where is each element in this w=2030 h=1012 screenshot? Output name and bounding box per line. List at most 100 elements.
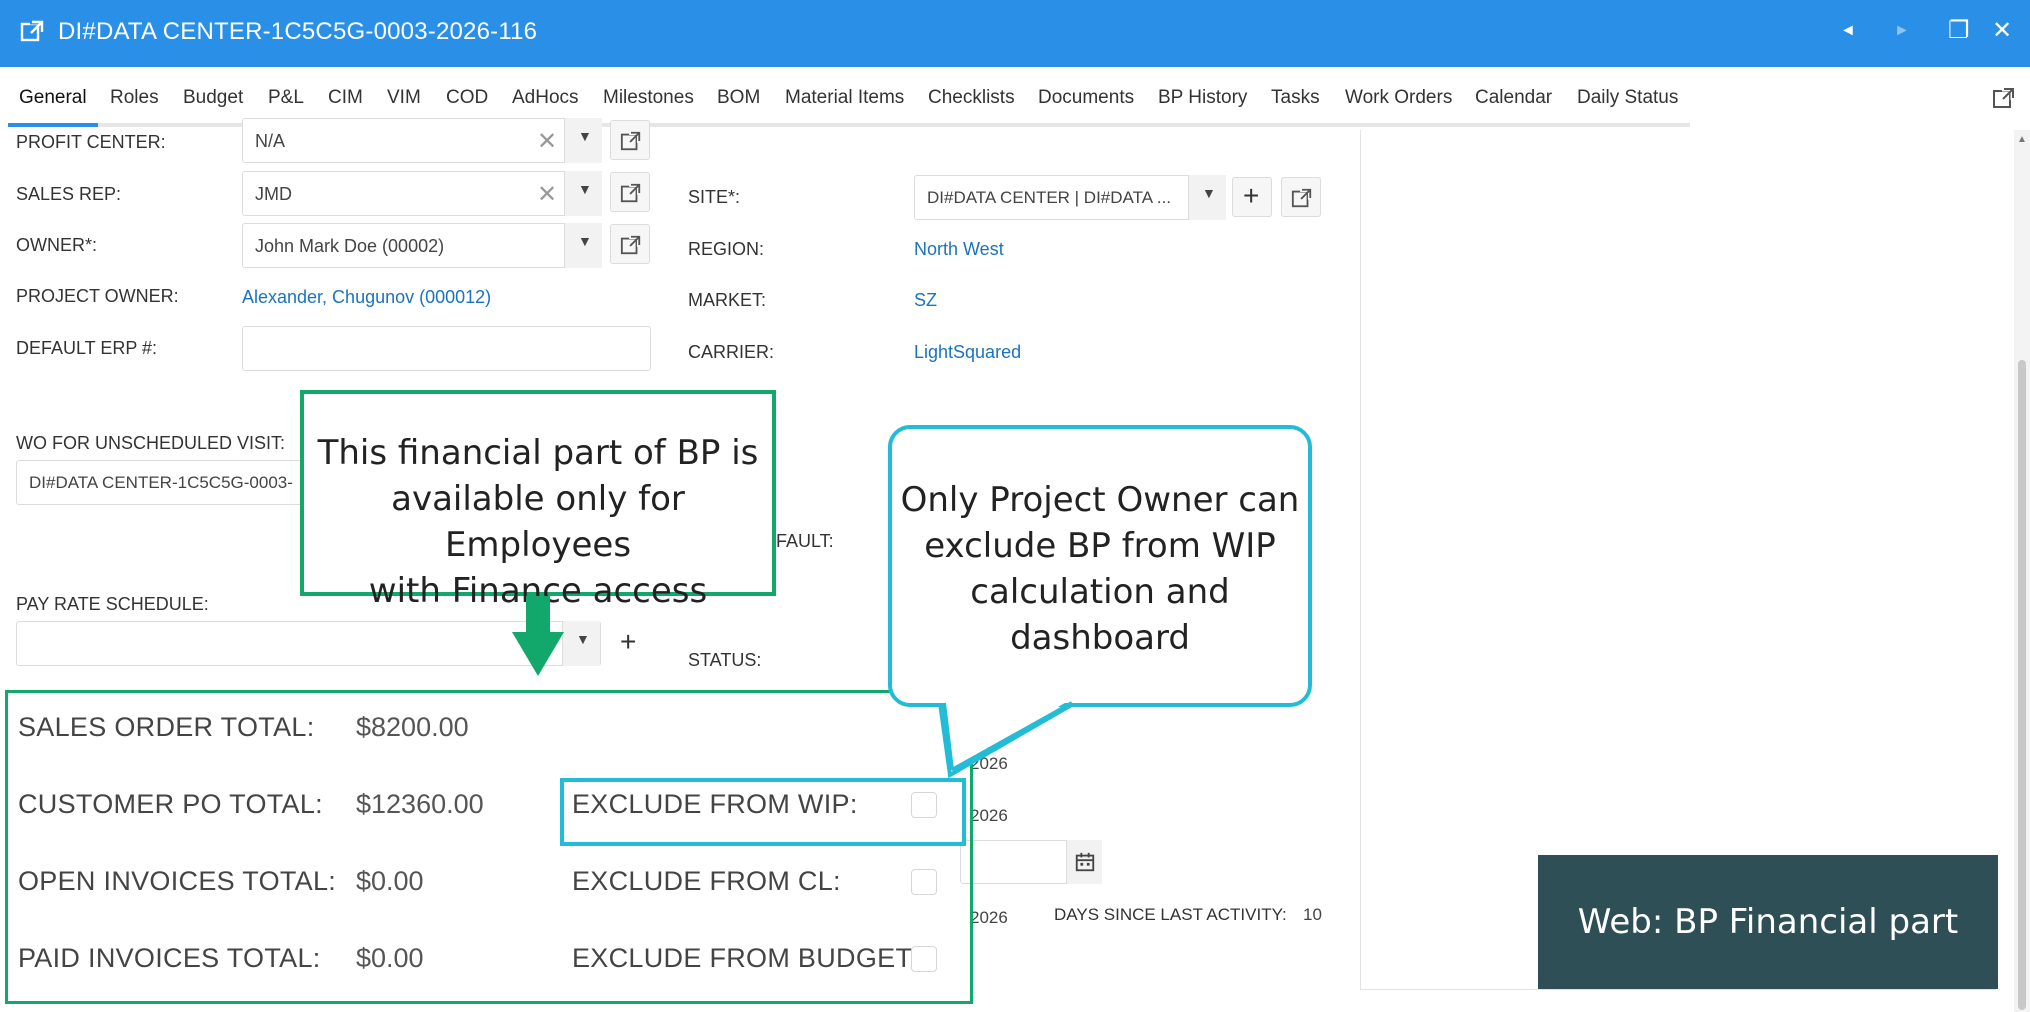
open-external-icon: [620, 182, 642, 203]
market-link[interactable]: SZ: [914, 290, 937, 311]
tab-tasks[interactable]: Tasks: [1271, 87, 1320, 109]
project-owner-link[interactable]: Alexander, Chugunov (000012): [242, 287, 491, 308]
active-tab-indicator: [8, 123, 98, 127]
date-value: 2026: [970, 806, 1008, 825]
open-external-icon: [620, 130, 642, 151]
tab-pl[interactable]: P&L: [268, 87, 304, 109]
callout-text: calculation and: [970, 572, 1230, 612]
finance-access-callout: This financial part of BP is available o…: [300, 390, 776, 611]
tab-adhocs[interactable]: AdHocs: [512, 87, 579, 109]
clear-icon[interactable]: ✕: [537, 180, 557, 209]
clear-icon[interactable]: ✕: [537, 127, 557, 156]
dropdown-button[interactable]: ▼: [562, 621, 600, 666]
open-sales-rep-button[interactable]: [610, 172, 650, 212]
chevron-down-icon: ▼: [578, 233, 592, 249]
dropdown-button[interactable]: ▼: [564, 118, 602, 163]
exclude-budget-checkbox[interactable]: [911, 946, 937, 972]
open-external-icon[interactable]: [1992, 86, 2016, 110]
default-erp-input[interactable]: [242, 326, 651, 371]
region-link[interactable]: North West: [914, 239, 1004, 260]
wo-unscheduled-label: WO FOR UNSCHEDULED VISIT:: [16, 433, 286, 453]
site-label: SITE*:: [688, 187, 741, 207]
open-external-icon[interactable]: [20, 20, 44, 44]
scroll-thumb[interactable]: [2018, 360, 2026, 1010]
sales-order-total-label: SALES ORDER TOTAL:: [18, 712, 315, 742]
profit-center-select[interactable]: N/A ✕ ▼: [242, 118, 602, 163]
paid-invoices-total-label: PAID INVOICES TOTAL:: [18, 943, 321, 973]
tab-material-items[interactable]: Material Items: [785, 87, 904, 109]
dropdown-button[interactable]: ▼: [1188, 175, 1226, 220]
profit-center-label: PROFIT CENTER:: [16, 132, 166, 152]
wo-unscheduled-value: DI#DATA CENTER-1C5C5G-0003-: [29, 473, 293, 492]
chevron-down-icon: ▼: [576, 631, 590, 647]
open-invoices-total-value: $0.00: [356, 866, 424, 896]
open-profit-center-button[interactable]: [610, 120, 650, 160]
tab-budget[interactable]: Budget: [183, 87, 243, 109]
region-label: REGION:: [688, 239, 765, 259]
tab-calendar[interactable]: Calendar: [1475, 87, 1552, 109]
tab-milestones[interactable]: Milestones: [603, 87, 694, 109]
callout-text: This financial part of BP is: [317, 433, 759, 473]
paid-invoices-total-value: $0.00: [356, 943, 424, 973]
exclude-budget-label: EXCLUDE FROM BUDGET:: [572, 943, 918, 973]
chevron-down-icon: ▼: [578, 181, 592, 197]
site-value: DI#DATA CENTER | DI#DATA ...: [927, 188, 1172, 207]
caption-badge: Web: BP Financial part: [1538, 855, 1998, 989]
tab-general[interactable]: General: [19, 87, 87, 109]
exclude-cl-checkbox[interactable]: [911, 869, 937, 895]
add-icon[interactable]: +: [620, 626, 636, 658]
tab-vim[interactable]: VIM: [387, 87, 421, 109]
dropdown-button[interactable]: ▼: [564, 223, 602, 268]
calendar-icon: [1075, 852, 1095, 872]
restore-icon[interactable]: ❐: [1948, 16, 1970, 45]
carrier-link[interactable]: LightSquared: [914, 342, 1021, 363]
open-invoices-total-label: OPEN INVOICES TOTAL:: [18, 866, 337, 896]
dropdown-button[interactable]: ▼: [564, 171, 602, 216]
days-since-label: DAYS SINCE LAST ACTIVITY:: [1054, 905, 1287, 924]
tab-roles[interactable]: Roles: [110, 87, 159, 109]
close-icon[interactable]: ✕: [1992, 16, 2012, 45]
exclude-cl-label: EXCLUDE FROM CL:: [572, 866, 841, 896]
tab-checklists[interactable]: Checklists: [928, 87, 1015, 109]
tab-work-orders[interactable]: Work Orders: [1345, 87, 1452, 109]
customer-po-total-value: $12360.00: [356, 789, 484, 819]
exclude-wip-highlight: [560, 778, 966, 846]
window-titlebar: DI#DATA CENTER-1C5C5G-0003-2026-116 ◄ ► …: [0, 0, 2030, 67]
status-label: STATUS:: [688, 650, 762, 670]
project-owner-label: PROJECT OWNER:: [16, 286, 179, 306]
default-erp-label: DEFAULT ERP #:: [16, 338, 158, 358]
default-label-partial: FAULT:: [776, 531, 834, 551]
tab-bp-history[interactable]: BP History: [1158, 87, 1247, 109]
calendar-button[interactable]: [1066, 840, 1102, 884]
market-label: MARKET:: [688, 290, 767, 310]
owner-value: John Mark Doe (00002): [255, 236, 445, 256]
tab-cod[interactable]: COD: [446, 87, 488, 109]
callout-text: Only Project Owner can: [900, 480, 1300, 520]
site-select[interactable]: DI#DATA CENTER | DI#DATA ... ▼: [914, 175, 1226, 220]
callout-text: exclude BP from WIP: [924, 526, 1276, 566]
callout-arrow: [526, 596, 550, 634]
open-site-button[interactable]: [1281, 177, 1321, 217]
next-icon[interactable]: ►: [1894, 22, 1910, 40]
add-site-button[interactable]: +: [1232, 177, 1272, 217]
tab-bom[interactable]: BOM: [717, 87, 760, 109]
tab-daily-status[interactable]: Daily Status: [1577, 87, 1678, 109]
profit-center-value: N/A: [255, 131, 286, 151]
open-owner-button[interactable]: [610, 224, 650, 264]
sales-rep-select[interactable]: JMD ✕ ▼: [242, 171, 602, 216]
date-value: 2026: [970, 754, 1008, 773]
previous-icon[interactable]: ◄: [1840, 22, 1856, 40]
owner-select[interactable]: John Mark Doe (00002) ▼: [242, 223, 602, 268]
wo-unscheduled-select[interactable]: DI#DATA CENTER-1C5C5G-0003-: [16, 460, 316, 505]
scroll-up-icon[interactable]: ▲: [2017, 134, 2027, 145]
pay-rate-label: PAY RATE SCHEDULE:: [16, 594, 209, 614]
owner-label: OWNER*:: [16, 235, 97, 255]
sales-rep-value: JMD: [255, 184, 292, 204]
window-title: DI#DATA CENTER-1C5C5G-0003-2026-116: [58, 18, 538, 45]
vertical-scrollbar[interactable]: ▲: [2014, 130, 2030, 1012]
callout-text: dashboard: [1010, 618, 1190, 658]
tab-documents[interactable]: Documents: [1038, 87, 1134, 109]
customer-po-total-label: CUSTOMER PO TOTAL:: [18, 789, 323, 819]
callout-arrow-head: [512, 632, 564, 676]
tab-cim[interactable]: CIM: [328, 87, 363, 109]
